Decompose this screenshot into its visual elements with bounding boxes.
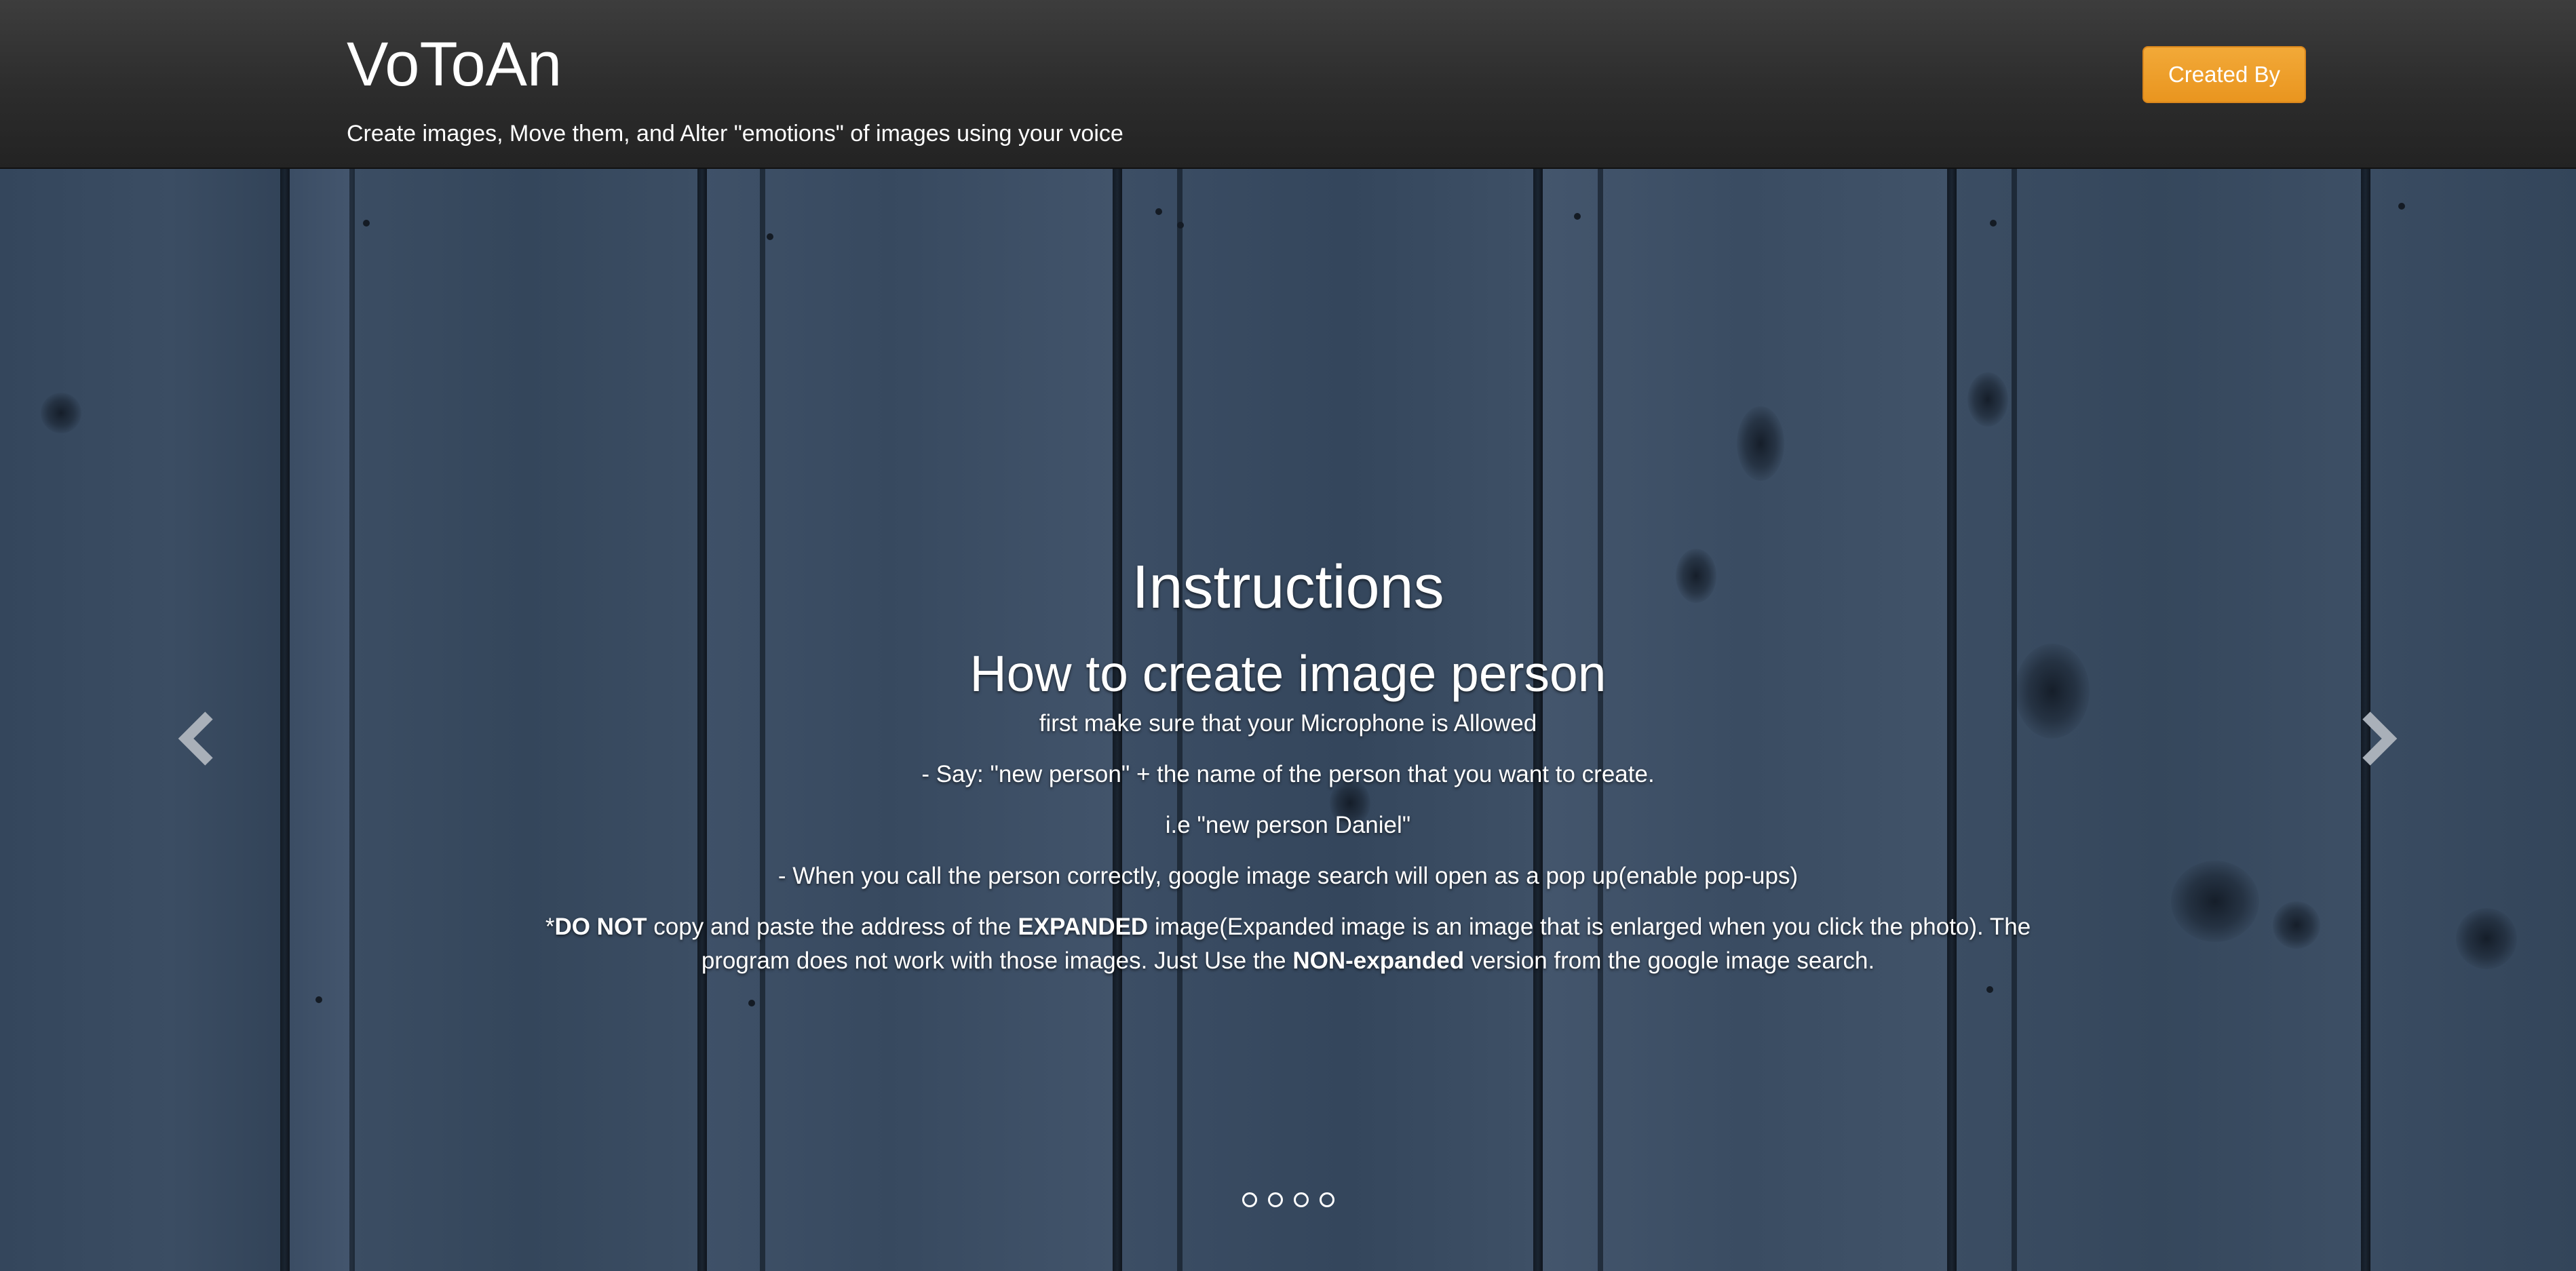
wood-knot: [2456, 908, 2517, 969]
wood-knot: [1737, 406, 1784, 481]
site-header: VoToAn Create images, Move them, and Alt…: [0, 0, 2576, 169]
slide-caption: Instructions How to create image person …: [516, 548, 2060, 978]
site-tagline: Create images, Move them, and Alter "emo…: [347, 121, 1123, 146]
nail-head: [2398, 203, 2405, 210]
wood-knot: [41, 393, 81, 433]
chevron-right-icon: [2362, 711, 2398, 766]
warning-bold-text: NON-expanded: [1292, 947, 1465, 974]
carousel-indicator-3[interactable]: [1293, 1192, 1309, 1207]
warning-text-part: copy and paste the address of the: [647, 914, 1018, 940]
nail-head: [315, 996, 322, 1003]
site-title: VoToAn: [347, 30, 562, 99]
nail-head: [363, 220, 370, 227]
created-by-button[interactable]: Created By: [2142, 46, 2306, 103]
nail-head: [1574, 213, 1581, 220]
wood-knot: [2273, 901, 2320, 949]
carousel-indicator-1[interactable]: [1242, 1192, 1257, 1207]
nail-head: [767, 233, 773, 240]
chevron-left-icon: [178, 711, 213, 766]
warning-text: *DO NOT copy and paste the address of th…: [516, 910, 2060, 978]
warning-bold-text: EXPANDED: [1018, 914, 1149, 940]
instruction-line: - Say: "new person" + the name of the pe…: [921, 761, 1655, 787]
instruction-line: - When you call the person correctly, go…: [777, 863, 1799, 889]
carousel-next-button[interactable]: [2351, 705, 2406, 773]
instruction-line: first make sure that your Microphone is …: [1039, 710, 1537, 737]
nail-head: [1155, 208, 1162, 215]
carousel-indicator-4[interactable]: [1319, 1192, 1334, 1207]
slide-subtitle: How to create image person: [969, 645, 1607, 702]
wood-knot: [2171, 861, 2259, 942]
slide-title: Instructions: [1132, 553, 1444, 621]
nail-head: [748, 1000, 755, 1006]
nail-head: [1990, 220, 1997, 227]
warning-bold-text: DO NOT: [554, 914, 647, 940]
wood-plank: [285, 169, 353, 1271]
warning-text-part: version from the google image search.: [1464, 947, 1875, 974]
carousel-indicator-2[interactable]: [1267, 1192, 1283, 1207]
carousel-indicators: [0, 1192, 2576, 1207]
batten-edge: [349, 169, 355, 1271]
plank-seam: [280, 169, 290, 1271]
warning-prefix: *: [545, 914, 555, 940]
instruction-line: i.e "new person Daniel": [1165, 812, 1411, 838]
nail-head: [1177, 222, 1184, 229]
carousel-prev-button[interactable]: [170, 705, 224, 773]
nail-head: [1986, 986, 1993, 993]
wood-plank: [0, 169, 285, 1271]
wood-knot: [1967, 372, 2008, 427]
